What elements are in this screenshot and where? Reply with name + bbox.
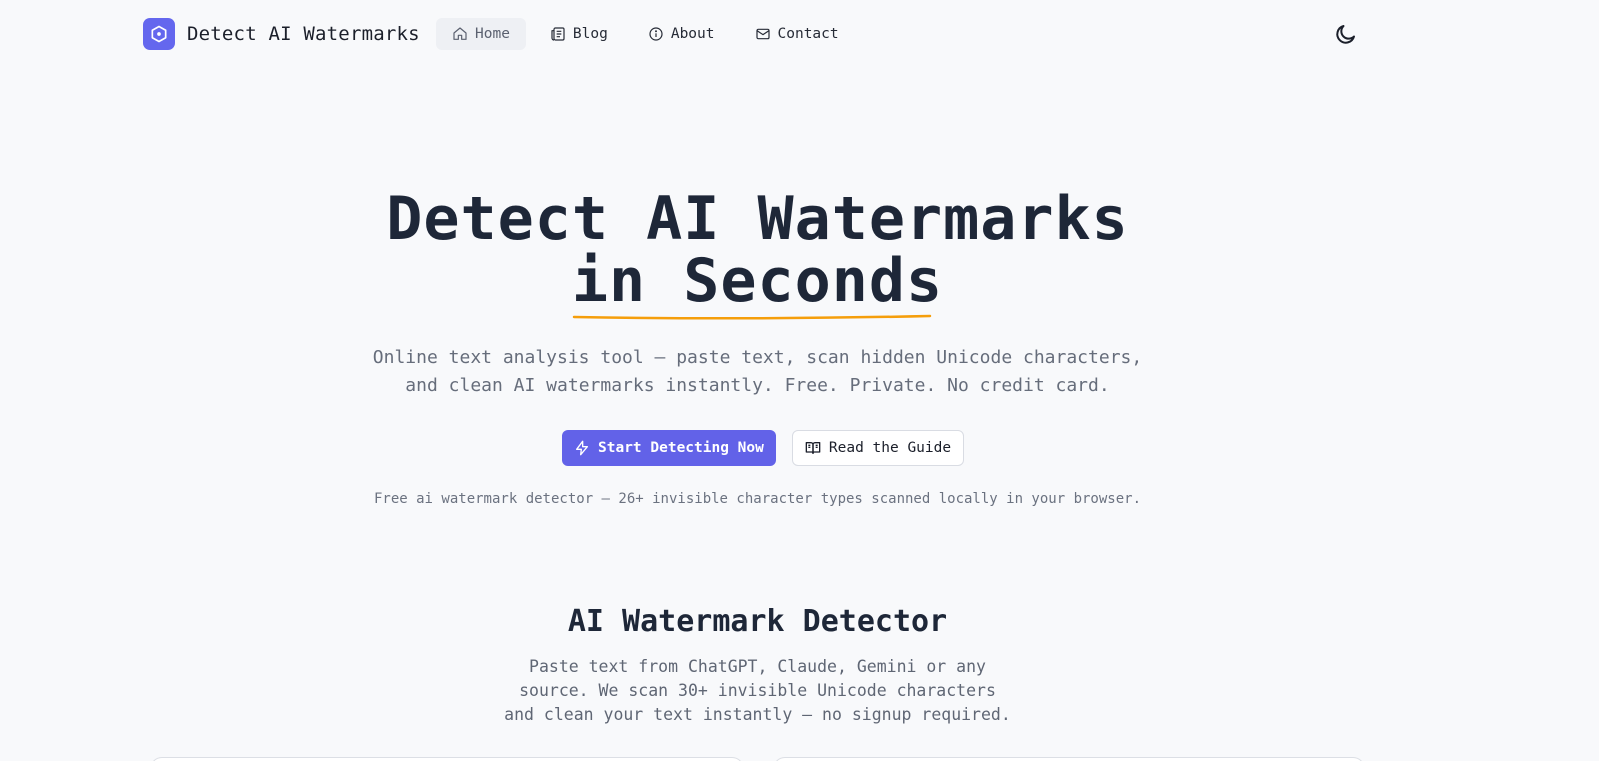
logo-icon: [143, 18, 175, 50]
nav-link-blog[interactable]: Blog: [534, 18, 624, 50]
nav-link-label: About: [670, 26, 715, 42]
read-guide-button[interactable]: Read the Guide: [791, 430, 965, 466]
nav-links: Home Blog About Contact: [436, 18, 855, 50]
detector-title: AI Watermark Detector: [567, 604, 948, 639]
hero-subtitle-line1: Online text analysis tool — paste text, …: [372, 347, 1143, 368]
brand-link[interactable]: Detect AI Watermarks: [143, 18, 420, 50]
nav-link-label: Contact: [777, 26, 839, 42]
start-detecting-label: Start Detecting Now: [598, 440, 764, 456]
output-panel: [773, 757, 1365, 761]
hero-subtitle: Online text analysis tool — paste text, …: [0, 344, 1515, 400]
info-icon: [649, 27, 663, 41]
detector-subtitle-line2: source. We scan 30+ invisible Unicode ch…: [519, 681, 996, 700]
lightning-icon: [576, 440, 588, 456]
nav-link-home[interactable]: Home: [436, 18, 526, 50]
detector-subtitle-line1: Paste text from ChatGPT, Claude, Gemini …: [529, 657, 986, 676]
hero-title: Detect AI Watermarks in Seconds: [0, 188, 1515, 320]
detector-subtitle: Paste text from ChatGPT, Claude, Gemini …: [0, 655, 1515, 727]
newspaper-icon: [551, 27, 565, 41]
mail-icon: [755, 28, 770, 40]
hero-note: Free ai watermark detector — 26+ invisib…: [373, 491, 1141, 507]
underline-decoration: [572, 314, 932, 320]
book-open-icon: [805, 442, 821, 454]
cta-row: Start Detecting Now Read the Guide: [562, 430, 965, 466]
brand-name: Detect AI Watermarks: [187, 23, 420, 45]
theme-toggle-button[interactable]: [1333, 21, 1359, 47]
nav-link-label: Home: [475, 26, 510, 42]
hero-title-line1: Detect AI Watermarks: [386, 184, 1129, 254]
moon-icon: [1336, 25, 1355, 44]
page: Detect AI Watermarks Home Blog About Con…: [0, 0, 1599, 761]
top-nav: Detect AI Watermarks Home Blog About Con…: [0, 0, 1599, 68]
nav-link-about[interactable]: About: [632, 18, 731, 50]
hero-title-line2: in Seconds: [572, 250, 943, 320]
read-guide-label: Read the Guide: [828, 440, 952, 456]
nav-link-label: Blog: [572, 26, 608, 42]
detector-subtitle-line3: and clean your text instantly — no signu…: [504, 705, 1011, 724]
input-panel: [150, 757, 744, 761]
hero-title-highlight: in Seconds: [571, 246, 944, 316]
start-detecting-button[interactable]: Start Detecting Now: [562, 430, 776, 466]
hero-subtitle-line2: and clean AI watermarks instantly. Free.…: [405, 375, 1110, 396]
home-icon: [453, 27, 467, 40]
nav-link-contact[interactable]: Contact: [739, 18, 855, 50]
